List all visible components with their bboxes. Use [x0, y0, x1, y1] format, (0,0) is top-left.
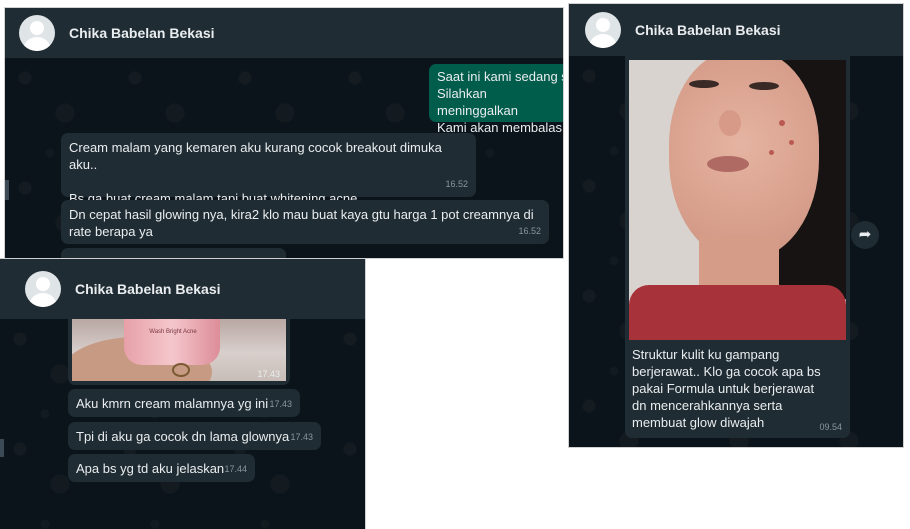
image-time: 17.43 — [257, 369, 280, 379]
acne-spot — [779, 120, 785, 126]
red-top — [629, 285, 846, 340]
image-message-bubble[interactable]: Struktur kulit ku gampang berjerawat.. K… — [625, 56, 850, 438]
acne-spot — [789, 140, 794, 145]
incoming-message-bubble[interactable]: Dn cepat hasil glowing nya, kira2 klo ma… — [61, 200, 549, 244]
jar-label: Wash Bright Acne — [149, 329, 197, 335]
contact-avatar[interactable] — [19, 15, 55, 51]
partial-next-bubble — [61, 248, 286, 258]
message-text: Tpi di aku ga cocok dn lama glownya — [76, 429, 290, 444]
chat-panel-c: Chika Babelan Bekasi Struktur kulit ku g… — [569, 4, 903, 447]
left-eye — [689, 80, 719, 88]
incoming-message-bubble[interactable]: Tpi di aku ga cocok dn lama glownya 17.4… — [68, 422, 321, 450]
message-time: 17.43 — [269, 399, 292, 409]
chat-header[interactable]: Chika Babelan Bekasi — [0, 259, 365, 319]
lips — [707, 156, 749, 172]
contact-name[interactable]: Chika Babelan Bekasi — [75, 281, 221, 297]
chat-panel-b: Chika Babelan Bekasi Wash Bright Acne 17… — [0, 259, 365, 529]
outgoing-auto-reply-bubble[interactable]: Saat ini kami sedang s Silahkan meningga… — [429, 64, 563, 152]
scroll-edge — [0, 439, 4, 457]
chat-header[interactable]: Chika Babelan Bekasi — [569, 4, 903, 56]
contact-avatar[interactable] — [585, 12, 621, 48]
auto-reply-line-1: Saat ini kami sedang s — [437, 69, 563, 84]
forward-arrow-icon[interactable]: ➦ — [851, 221, 879, 249]
ring — [172, 363, 190, 377]
message-text: Apa bs yg td aku jelaskan — [76, 461, 225, 476]
contact-name[interactable]: Chika Babelan Bekasi — [635, 22, 781, 38]
contact-name[interactable]: Chika Babelan Bekasi — [69, 25, 215, 41]
chat-panel-a: Chika Babelan Bekasi Saat ini kami sedan… — [5, 8, 563, 258]
message-time: 09.54 — [819, 422, 842, 432]
scroll-edge — [5, 180, 9, 200]
message-time: 17.43 — [290, 432, 313, 442]
message-time: 17.44 — [224, 464, 247, 474]
auto-reply-line-2: Silahkan meninggalkan — [437, 86, 518, 118]
cream-jar — [124, 319, 220, 365]
acne-spot — [769, 150, 774, 155]
message-text: Cream malam yang kemaren aku kurang coco… — [69, 140, 442, 206]
chat-header[interactable]: Chika Babelan Bekasi — [5, 8, 563, 58]
incoming-message-bubble[interactable]: Aku kmrn cream malamnya yg ini 17.43 — [68, 389, 300, 417]
product-photo[interactable]: Wash Bright Acne — [72, 319, 286, 381]
message-time: 16.52 — [518, 226, 541, 236]
image-message-bubble[interactable]: Wash Bright Acne 17.43 — [68, 319, 290, 385]
incoming-message-bubble[interactable]: Cream malam yang kemaren aku kurang coco… — [61, 133, 476, 206]
image-caption: Struktur kulit ku gampang berjerawat.. K… — [632, 347, 821, 430]
right-eye — [749, 82, 779, 90]
message-text: Aku kmrn cream malamnya yg ini — [76, 396, 269, 411]
selfie-photo[interactable] — [629, 60, 846, 340]
message-time: 16.52 — [445, 179, 468, 189]
message-text: Dn cepat hasil glowing nya, kira2 klo ma… — [69, 207, 534, 239]
contact-avatar[interactable] — [25, 271, 61, 307]
nose — [719, 110, 741, 136]
incoming-message-bubble[interactable]: Apa bs yg td aku jelaskan 17.44 — [68, 454, 255, 482]
